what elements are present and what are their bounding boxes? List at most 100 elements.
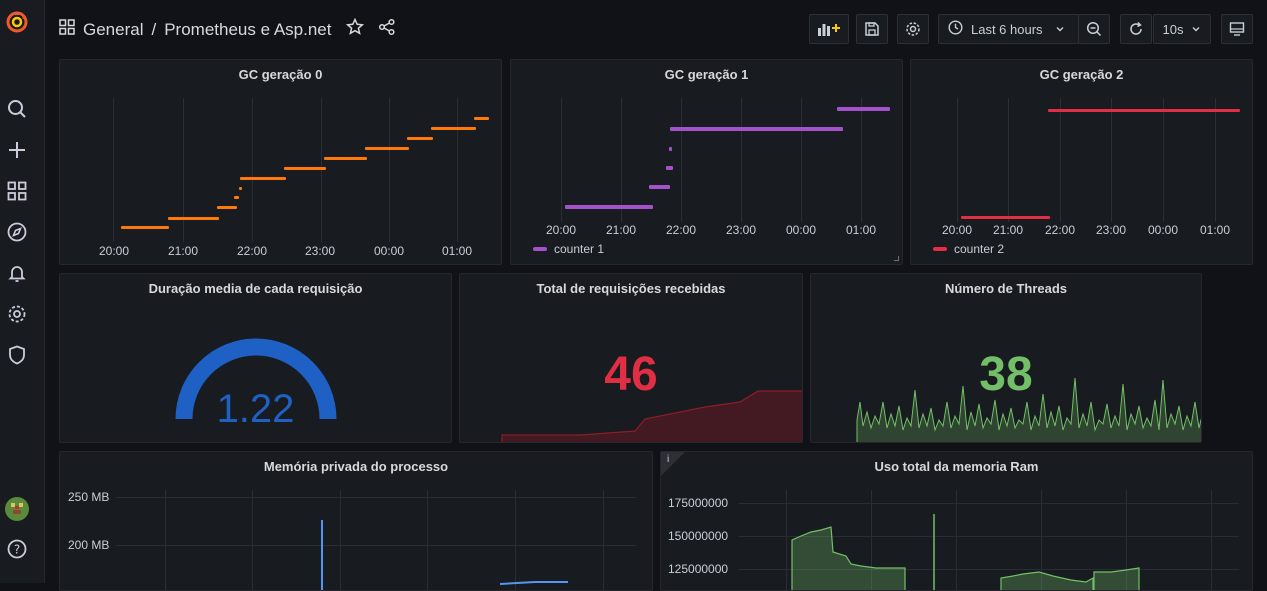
grid-line: [113, 98, 114, 242]
panel-gc-geracao-2[interactable]: GC geração 2 20:00 21:00 22:00 23:00 00:…: [910, 59, 1253, 265]
dashboard-title[interactable]: Prometheus e Asp.net: [164, 20, 331, 40]
resize-handle-icon[interactable]: [894, 256, 899, 261]
refresh-interval-label: 10s: [1162, 21, 1184, 37]
stat-value: 38: [979, 348, 1033, 401]
add-panel-button[interactable]: [809, 14, 849, 44]
series-segment: [474, 117, 489, 120]
grid-line: [321, 98, 322, 242]
clock-icon: [948, 20, 963, 38]
legend-item[interactable]: counter 2: [933, 242, 1004, 256]
grid-line: [183, 98, 184, 242]
panel-title[interactable]: GC geração 2: [911, 67, 1252, 82]
x-tick: 22:00: [1045, 223, 1076, 237]
x-tick: 21:00: [168, 244, 199, 258]
x-tick: 01:00: [1200, 223, 1231, 237]
help-icon[interactable]: ?: [6, 538, 28, 560]
grid-line: [1163, 98, 1164, 222]
panel-title[interactable]: GC geração 1: [511, 67, 902, 82]
dashboard-settings-button[interactable]: [897, 14, 929, 44]
legend-item[interactable]: counter 1: [533, 242, 604, 256]
x-tick: 22:00: [237, 244, 268, 258]
panel-numero-threads[interactable]: Número de Threads 38: [810, 273, 1202, 443]
series-segment: [431, 127, 476, 130]
save-dashboard-button[interactable]: [856, 14, 888, 44]
series-segment: [670, 127, 843, 131]
panel-total-requisicoes[interactable]: Total de requisições recebidas 46: [459, 273, 803, 443]
panel-gc-geracao-0[interactable]: GC geração 0 20:00 21:00 22:00 23:00 00:…: [59, 59, 502, 265]
legend-label: counter 2: [954, 242, 1005, 256]
series-segment: [240, 177, 286, 180]
series-segment: [407, 137, 433, 140]
series-segment: [239, 187, 242, 190]
x-tick: 23:00: [305, 244, 336, 258]
settings-gear-icon[interactable]: [6, 303, 28, 325]
shield-icon[interactable]: [6, 344, 28, 366]
series-segment: [649, 185, 670, 189]
series-segment: [837, 107, 890, 111]
series-segment: [168, 217, 219, 220]
grid-line: [1215, 98, 1216, 222]
dashboards-grid-icon: [59, 19, 75, 40]
breadcrumb: General / Prometheus e Asp.net: [59, 17, 396, 41]
alerting-bell-icon[interactable]: [6, 262, 28, 284]
refresh-button[interactable]: [1120, 14, 1152, 44]
x-tick: 00:00: [786, 223, 817, 237]
panel-memoria-privada[interactable]: Memória privada do processo 250 MB 200 M…: [59, 451, 653, 591]
star-icon[interactable]: [345, 17, 364, 41]
stat-value: 46: [604, 348, 658, 401]
breadcrumb-folder[interactable]: General: [83, 20, 143, 40]
chevron-down-icon: [1191, 22, 1201, 37]
tv-mode-button[interactable]: [1221, 14, 1253, 44]
grid-line: [801, 98, 802, 222]
series-segment: [284, 167, 326, 170]
series-segment: [234, 196, 239, 199]
x-tick: 23:00: [1096, 223, 1127, 237]
series-segment: [1048, 109, 1240, 112]
x-tick: 01:00: [442, 244, 473, 258]
user-avatar[interactable]: [5, 497, 29, 521]
time-range-picker[interactable]: Last 6 hours: [938, 14, 1079, 44]
x-tick: 00:00: [1148, 223, 1179, 237]
grid-line: [389, 98, 390, 242]
grid-line: [561, 98, 562, 222]
series-segment: [565, 205, 653, 209]
series-area: [791, 514, 1140, 590]
series-segment: [666, 166, 673, 170]
grid-line: [1060, 98, 1061, 222]
grafana-logo-icon[interactable]: [5, 10, 29, 34]
legend-swatch: [533, 247, 547, 251]
x-tick: 00:00: [374, 244, 405, 258]
series-line: [321, 520, 568, 590]
explore-compass-icon[interactable]: [6, 221, 28, 243]
grid-line: [861, 98, 862, 222]
grid-line: [621, 98, 622, 222]
panel-uso-memoria-ram[interactable]: i Uso total da memoria Ram 175000000 150…: [660, 451, 1253, 591]
sidebar: ?: [0, 0, 45, 583]
x-tick: 20:00: [99, 244, 130, 258]
grid-line: [1111, 98, 1112, 222]
series-segment: [669, 147, 672, 151]
grid-line: [681, 98, 682, 222]
dashboards-icon[interactable]: [6, 180, 28, 202]
grid-line: [957, 98, 958, 222]
panel-title[interactable]: GC geração 0: [60, 67, 501, 82]
x-tick: 01:00: [846, 223, 877, 237]
refresh-interval-picker[interactable]: 10s: [1153, 14, 1211, 44]
breadcrumb-separator: /: [151, 19, 157, 39]
grid-line: [1008, 98, 1009, 222]
search-icon[interactable]: [6, 98, 28, 120]
share-icon[interactable]: [378, 18, 396, 41]
series-segment: [324, 157, 367, 160]
svg-text:?: ?: [14, 543, 20, 557]
x-tick: 20:00: [546, 223, 577, 237]
legend-label: counter 1: [554, 242, 605, 256]
x-tick: 20:00: [942, 223, 973, 237]
time-range-label: Last 6 hours: [971, 21, 1043, 37]
series-segment: [365, 147, 409, 150]
panel-gc-geracao-1[interactable]: GC geração 1 20:00 21:00 22:00 23:00 00:…: [510, 59, 903, 265]
chevron-down-icon: [1055, 22, 1065, 37]
panel-duracao-media[interactable]: Duração media de cada requisição 1.22: [59, 273, 452, 443]
zoom-out-button[interactable]: [1078, 14, 1110, 44]
plus-icon[interactable]: [6, 139, 28, 161]
x-tick: 21:00: [606, 223, 637, 237]
